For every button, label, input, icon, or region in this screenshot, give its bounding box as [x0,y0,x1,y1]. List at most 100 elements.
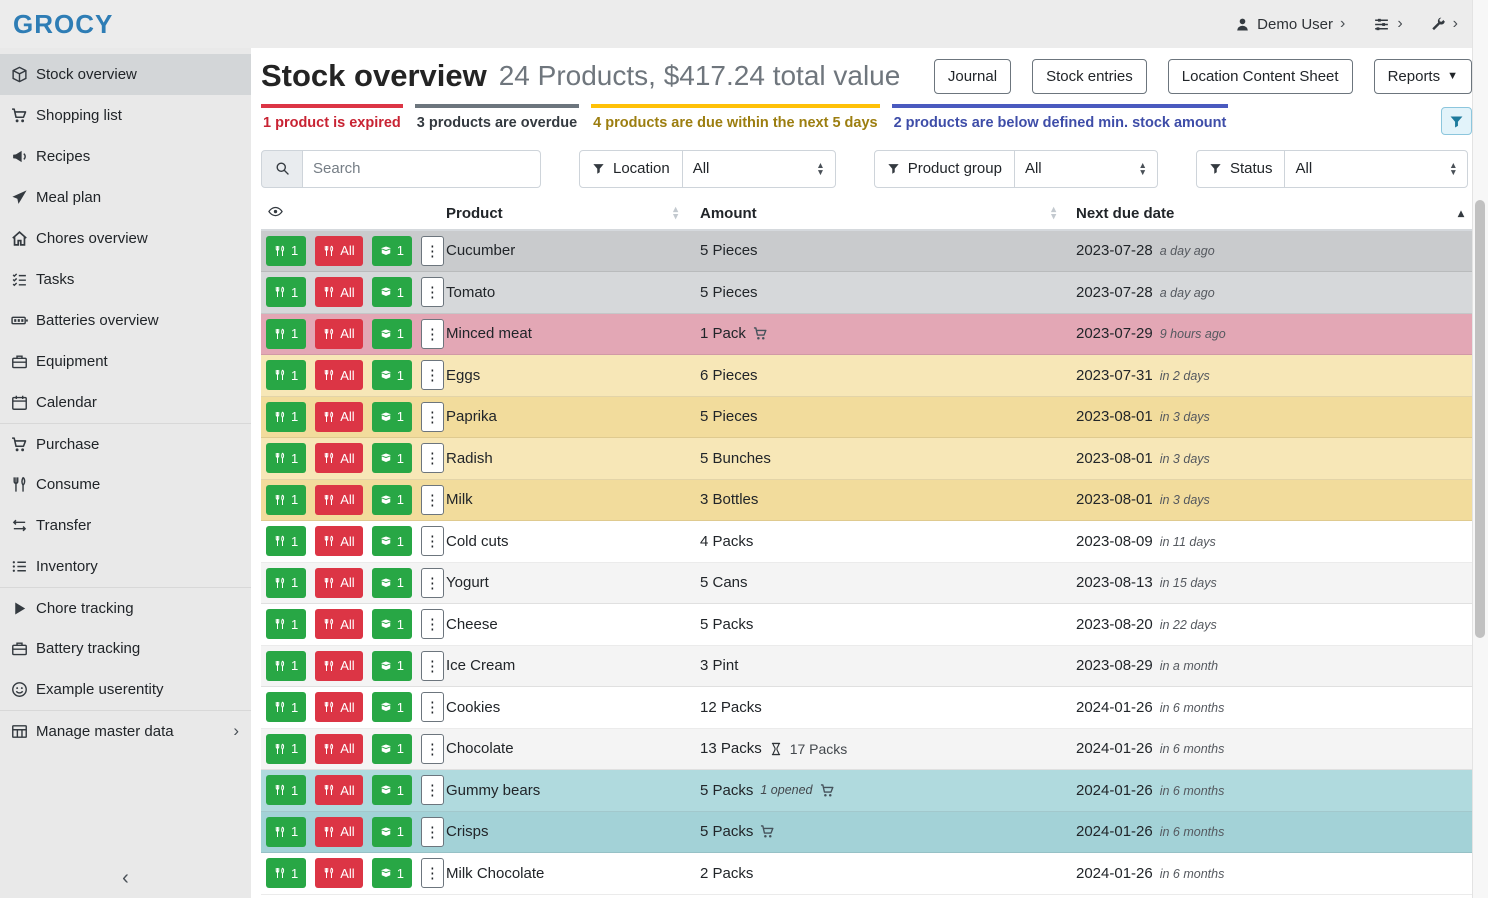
consume-one-button[interactable]: 1 [266,402,306,432]
open-one-button[interactable]: 1 [372,485,412,515]
clear-filters-button[interactable] [1441,107,1472,135]
consume-one-button[interactable]: 1 [266,568,306,598]
row-menu-button[interactable]: ⋮ [421,277,444,307]
sidebar-item-transfer[interactable]: Transfer [0,505,251,546]
consume-all-button[interactable]: All [315,651,362,681]
open-one-button[interactable]: 1 [372,319,412,349]
consume-all-button[interactable]: All [315,277,362,307]
status-select[interactable]: All▲▼ [1285,151,1467,187]
settings-menu[interactable]: › [1373,16,1402,33]
scrollbar-thumb[interactable] [1475,200,1485,638]
open-one-button[interactable]: 1 [372,734,412,764]
row-menu-button[interactable]: ⋮ [421,734,444,764]
row-menu-button[interactable]: ⋮ [421,485,444,515]
row-menu-button[interactable]: ⋮ [421,775,444,805]
sidebar-item-equipment[interactable]: Equipment [0,341,251,382]
row-menu-button[interactable]: ⋮ [421,858,444,888]
consume-all-button[interactable]: All [315,319,362,349]
consume-one-button[interactable]: 1 [266,360,306,390]
sidebar-item-chores-overview[interactable]: Chores overview [0,218,251,259]
sidebar-item-stock-overview[interactable]: Stock overview [0,54,251,95]
open-one-button[interactable]: 1 [372,568,412,598]
location-content-sheet-button[interactable]: Location Content Sheet [1168,59,1353,94]
open-one-button[interactable]: 1 [372,402,412,432]
row-menu-button[interactable]: ⋮ [421,443,444,473]
banner-expired[interactable]: 1 product is expired [261,104,403,138]
row-menu-button[interactable]: ⋮ [421,402,444,432]
consume-one-button[interactable]: 1 [266,651,306,681]
sidebar-collapse-button[interactable]: ‹ [0,867,251,890]
open-one-button[interactable]: 1 [372,692,412,722]
consume-one-button[interactable]: 1 [266,236,306,266]
user-menu[interactable]: Demo User › [1235,16,1345,33]
row-menu-button[interactable]: ⋮ [421,692,444,722]
consume-one-button[interactable]: 1 [266,277,306,307]
open-one-button[interactable]: 1 [372,775,412,805]
open-one-button[interactable]: 1 [372,609,412,639]
column-header-product[interactable]: Product ▴▾ [446,205,700,222]
open-one-button[interactable]: 1 [372,817,412,847]
consume-all-button[interactable]: All [315,858,362,888]
sidebar-item-battery-tracking[interactable]: Battery tracking [0,628,251,669]
consume-one-button[interactable]: 1 [266,526,306,556]
open-one-button[interactable]: 1 [372,277,412,307]
consume-one-button[interactable]: 1 [266,858,306,888]
row-menu-button[interactable]: ⋮ [421,236,444,266]
sidebar-item-chore-tracking[interactable]: Chore tracking [0,587,251,628]
scrollbar-track[interactable] [1472,0,1488,898]
sidebar-item-inventory[interactable]: Inventory [0,546,251,587]
row-menu-button[interactable]: ⋮ [421,609,444,639]
consume-one-button[interactable]: 1 [266,609,306,639]
sidebar-item-manage-master-data[interactable]: Manage master data› [0,710,251,751]
banner-below-min[interactable]: 2 products are below defined min. stock … [892,104,1229,138]
sidebar-item-meal-plan[interactable]: Meal plan [0,177,251,218]
consume-all-button[interactable]: All [315,734,362,764]
reports-button[interactable]: Reports▼ [1374,59,1472,94]
open-one-button[interactable]: 1 [372,360,412,390]
row-menu-button[interactable]: ⋮ [421,526,444,556]
sidebar-item-tasks[interactable]: Tasks [0,259,251,300]
sidebar-item-recipes[interactable]: Recipes [0,136,251,177]
consume-all-button[interactable]: All [315,568,362,598]
toggle-product-pictures-header[interactable] [261,204,446,223]
consume-all-button[interactable]: All [315,526,362,556]
sidebar-item-batteries-overview[interactable]: Batteries overview [0,300,251,341]
sidebar-item-purchase[interactable]: Purchase [0,423,251,464]
sidebar-item-calendar[interactable]: Calendar [0,382,251,423]
banner-due-soon[interactable]: 4 products are due within the next 5 day… [591,104,879,138]
product-group-select[interactable]: All▲▼ [1015,151,1157,187]
consume-all-button[interactable]: All [315,692,362,722]
consume-all-button[interactable]: All [315,775,362,805]
consume-one-button[interactable]: 1 [266,443,306,473]
column-header-amount[interactable]: Amount ▴▾ [700,205,1076,222]
sidebar-item-shopping-list[interactable]: Shopping list [0,95,251,136]
search-input[interactable] [303,150,541,188]
open-one-button[interactable]: 1 [372,236,412,266]
open-one-button[interactable]: 1 [372,858,412,888]
consume-all-button[interactable]: All [315,402,362,432]
stock-entries-button[interactable]: Stock entries [1032,59,1147,94]
admin-menu[interactable]: › [1431,16,1458,32]
consume-one-button[interactable]: 1 [266,485,306,515]
consume-all-button[interactable]: All [315,817,362,847]
consume-all-button[interactable]: All [315,236,362,266]
consume-all-button[interactable]: All [315,609,362,639]
consume-one-button[interactable]: 1 [266,817,306,847]
row-menu-button[interactable]: ⋮ [421,568,444,598]
open-one-button[interactable]: 1 [372,443,412,473]
open-one-button[interactable]: 1 [372,526,412,556]
banner-overdue[interactable]: 3 products are overdue [415,104,579,138]
open-one-button[interactable]: 1 [372,651,412,681]
consume-one-button[interactable]: 1 [266,692,306,722]
row-menu-button[interactable]: ⋮ [421,817,444,847]
consume-one-button[interactable]: 1 [266,734,306,764]
grocy-logo[interactable]: GROCY [13,9,113,40]
row-menu-button[interactable]: ⋮ [421,319,444,349]
location-select[interactable]: All▲▼ [683,151,835,187]
consume-all-button[interactable]: All [315,360,362,390]
row-menu-button[interactable]: ⋮ [421,651,444,681]
consume-one-button[interactable]: 1 [266,319,306,349]
consume-one-button[interactable]: 1 [266,775,306,805]
column-header-next-due-date[interactable]: Next due date ▴ [1076,205,1488,222]
consume-all-button[interactable]: All [315,443,362,473]
